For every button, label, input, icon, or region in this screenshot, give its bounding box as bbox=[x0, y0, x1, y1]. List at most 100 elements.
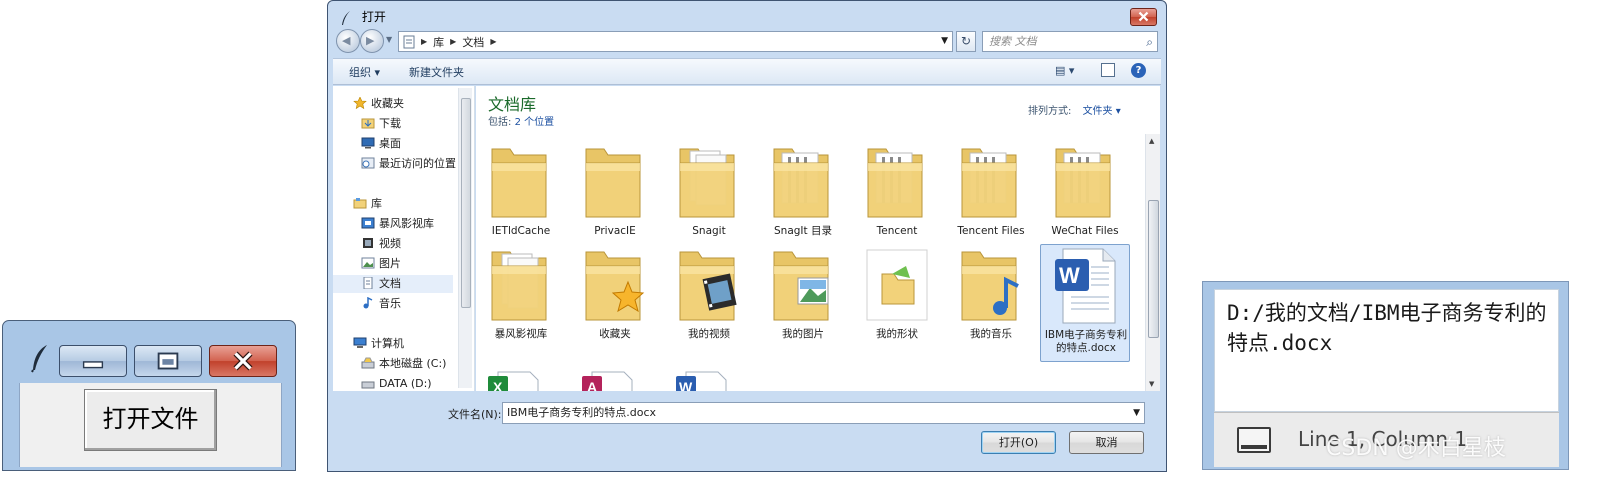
navigation-pane: 收藏夹 下载 桌面 最近访问的位置 库 暴风影视库 视频 图片 文档 音乐 计算… bbox=[333, 86, 475, 391]
nav-item-music[interactable]: 音乐 bbox=[333, 295, 401, 313]
nav-item-desktop[interactable]: 桌面 bbox=[333, 135, 401, 153]
file-item[interactable]: SnagIt 目录 bbox=[758, 141, 848, 259]
nav-scrollbar[interactable] bbox=[458, 88, 472, 388]
nav-label: 收藏夹 bbox=[371, 97, 404, 110]
dialog-close-button[interactable] bbox=[1130, 8, 1157, 26]
desktop-icon bbox=[361, 137, 375, 149]
refresh-icon: ↻ bbox=[960, 34, 972, 48]
library-icon bbox=[403, 35, 415, 48]
file-item[interactable]: 我的视频 bbox=[664, 244, 754, 362]
nav-item-baofeng[interactable]: 暴风影视库 bbox=[333, 215, 434, 233]
search-input[interactable]: 搜索 文档 ⌕ bbox=[982, 31, 1158, 52]
text-area[interactable]: D:/我的文档/IBM电子商务专利的特点.docx bbox=[1214, 289, 1559, 412]
access-file-partial[interactable]: A bbox=[578, 368, 638, 391]
address-bar[interactable]: ▶ 库 ▶ 文档 ▶ ▼ bbox=[398, 31, 953, 52]
nav-item-drive-d[interactable]: DATA (D:) bbox=[333, 375, 432, 393]
file-item[interactable]: 我的形状 bbox=[852, 244, 942, 362]
forward-button[interactable]: ▶ bbox=[360, 29, 384, 53]
chevron-right-icon[interactable]: ▶ bbox=[450, 37, 456, 46]
chevron-right-icon[interactable]: ▶ bbox=[421, 37, 427, 46]
video-folder-icon bbox=[674, 244, 744, 324]
nav-label: 桌面 bbox=[379, 137, 401, 150]
film-icon bbox=[361, 237, 375, 249]
new-folder-button[interactable]: 新建文件夹 bbox=[409, 64, 464, 80]
video-library-icon bbox=[361, 217, 375, 229]
preview-pane-icon[interactable] bbox=[1101, 63, 1115, 77]
file-item[interactable]: Tencent bbox=[852, 141, 942, 259]
file-item[interactable]: PrivacIE bbox=[570, 141, 660, 259]
drive-icon bbox=[361, 377, 375, 389]
nav-label: 库 bbox=[371, 197, 382, 210]
nav-item-recent-places[interactable]: 最近访问的位置 bbox=[333, 155, 456, 173]
maximize-button[interactable] bbox=[134, 345, 202, 377]
history-dropdown-icon[interactable]: ▼ bbox=[386, 35, 392, 44]
nav-item-documents[interactable]: 文档 bbox=[333, 275, 453, 293]
file-item[interactable]: 我的音乐 bbox=[946, 244, 1036, 362]
word-file-partial[interactable]: W bbox=[672, 368, 732, 391]
content-scrollbar[interactable]: ▲ ▼ bbox=[1145, 134, 1160, 391]
file-item[interactable]: Tencent Files bbox=[946, 141, 1036, 259]
file-item[interactable]: 我的图片 bbox=[758, 244, 848, 362]
breadcrumb-documents[interactable]: 文档 bbox=[462, 34, 484, 50]
nav-favorites[interactable]: 收藏夹 bbox=[333, 95, 404, 113]
excel-icon: X bbox=[488, 371, 539, 391]
file-label: Snagit bbox=[692, 225, 726, 237]
file-label: Tencent Files bbox=[957, 225, 1025, 237]
tk-body: 打开文件 bbox=[19, 383, 282, 467]
scroll-up-icon[interactable]: ▲ bbox=[1149, 137, 1154, 145]
open-file-button[interactable]: 打开文件 bbox=[84, 389, 217, 451]
monitor-icon bbox=[1237, 427, 1271, 453]
view-options-icon[interactable]: ▤ ▾ bbox=[1055, 64, 1074, 77]
file-item[interactable]: 暴风影视库 bbox=[476, 244, 566, 362]
cancel-button[interactable]: 取消 bbox=[1069, 431, 1144, 454]
editor-content[interactable]: D:/我的文档/IBM电子商务专利的特点.docx bbox=[1227, 298, 1552, 358]
file-item-selected[interactable]: W IBM电子商务专利的特点.docx bbox=[1040, 244, 1130, 362]
file-item[interactable]: IETldCache bbox=[476, 141, 566, 259]
minimize-button[interactable] bbox=[59, 345, 127, 377]
back-button[interactable]: ◀ bbox=[336, 29, 360, 53]
nav-item-videos[interactable]: 视频 bbox=[333, 235, 401, 253]
refresh-button[interactable]: ↻ bbox=[956, 31, 976, 52]
file-list: 文档库 包括: 2 个位置 排列方式: 文件夹 ▾ IETldCache Pri… bbox=[476, 86, 1160, 391]
breadcrumb-library[interactable]: 库 bbox=[433, 34, 444, 50]
dialog-title-bar: 打开 bbox=[340, 7, 386, 27]
nav-item-downloads[interactable]: 下载 bbox=[333, 115, 401, 133]
file-item[interactable]: Snagit bbox=[664, 141, 754, 259]
file-item[interactable]: 收藏夹 bbox=[570, 244, 660, 362]
nav-computer[interactable]: 计算机 bbox=[333, 335, 404, 353]
folder-icon bbox=[674, 141, 744, 221]
folder-icon bbox=[956, 141, 1026, 221]
search-icon[interactable]: ⌕ bbox=[1146, 33, 1153, 52]
open-button[interactable]: 打开(O) bbox=[981, 431, 1056, 454]
folder-icon bbox=[768, 141, 838, 221]
close-button[interactable] bbox=[209, 345, 277, 377]
chevron-right-icon[interactable]: ▶ bbox=[490, 37, 496, 46]
excel-file-partial[interactable]: X bbox=[484, 368, 544, 391]
back-arrow-icon: ◀ bbox=[342, 34, 351, 47]
help-icon[interactable]: ? bbox=[1131, 63, 1146, 78]
address-dropdown-icon[interactable]: ▼ bbox=[941, 36, 948, 46]
nav-item-pictures[interactable]: 图片 bbox=[333, 255, 401, 273]
svg-text:X: X bbox=[493, 379, 503, 391]
library-includes-label: 包括: bbox=[488, 117, 512, 128]
library-locations-link[interactable]: 2 个位置 bbox=[515, 117, 555, 128]
filename-dropdown-icon[interactable]: ▼ bbox=[1133, 403, 1140, 423]
svg-text:W: W bbox=[1059, 263, 1080, 288]
dialog-title: 打开 bbox=[361, 10, 386, 24]
file-label: 我的音乐 bbox=[970, 328, 1012, 340]
nav-scrollbar-thumb[interactable] bbox=[461, 98, 471, 308]
feather-icon bbox=[342, 10, 350, 25]
arrange-dropdown[interactable]: 文件夹 ▾ bbox=[1083, 106, 1121, 117]
file-label: 我的形状 bbox=[876, 328, 918, 340]
organize-menu[interactable]: 组织 ▾ bbox=[349, 64, 380, 80]
nav-item-drive-c[interactable]: 本地磁盘 (C:) bbox=[333, 355, 446, 373]
minimize-icon bbox=[82, 361, 104, 369]
download-folder-icon bbox=[361, 117, 375, 129]
nav-libraries[interactable]: 库 bbox=[333, 195, 382, 213]
content-scrollbar-thumb[interactable] bbox=[1148, 200, 1159, 338]
nav-label: 计算机 bbox=[371, 337, 404, 350]
tk-titlebar bbox=[3, 321, 295, 383]
scroll-down-icon[interactable]: ▼ bbox=[1149, 380, 1154, 388]
file-item[interactable]: WeChat Files bbox=[1040, 141, 1130, 259]
filename-input[interactable]: IBM电子商务专利的特点.docx ▼ bbox=[502, 402, 1145, 424]
